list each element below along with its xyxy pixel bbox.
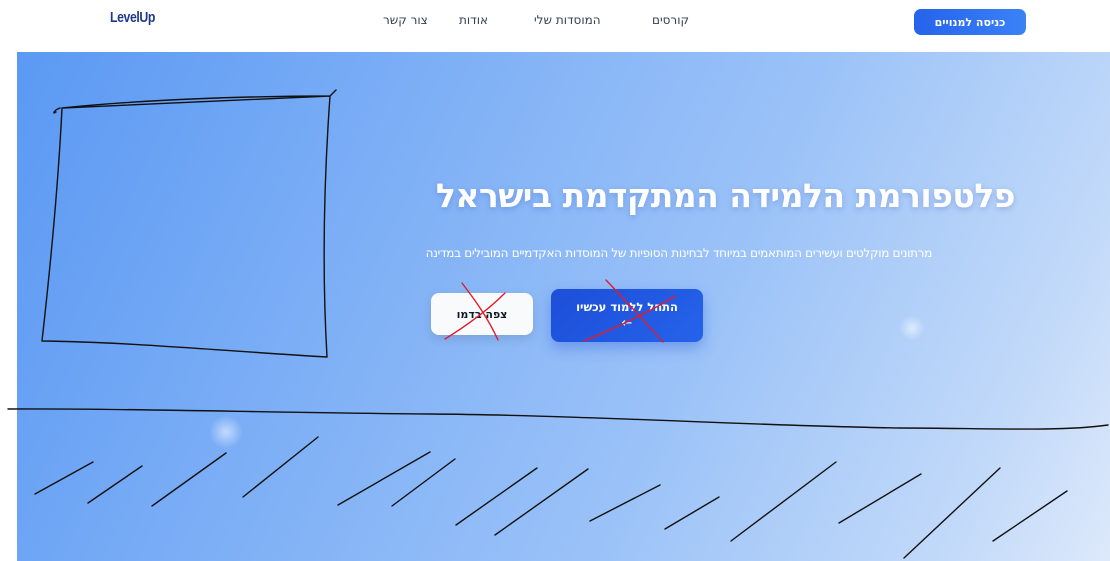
watch-demo-button[interactable]: צפה בדמו [431, 293, 533, 335]
nav-link-courses[interactable]: קורסים [652, 13, 689, 27]
nav-link-contact[interactable]: צור קשר [383, 13, 428, 27]
hero-section: פלטפורמת הלמידה המתקדמת בישראל מרתונים מ… [17, 52, 1110, 561]
start-learning-button[interactable]: התחל ללמוד עכשיו ← [551, 289, 703, 342]
hero-title: פלטפורמת הלמידה המתקדמת בישראל [435, 176, 1016, 215]
decorative-bubble [899, 315, 925, 341]
top-navbar: LevelUp צור קשר אודות המוסדות שלי קורסים… [0, 0, 1110, 50]
page: LevelUp צור קשר אודות המוסדות שלי קורסים… [0, 0, 1110, 561]
hero-subtitle: מרתונים מוקלטים ועשירים המותאמים במיוחד … [425, 246, 933, 260]
decorative-bubble [209, 415, 243, 449]
nav-link-my-institutions[interactable]: המוסדות שלי [534, 13, 601, 27]
subscriber-login-button[interactable]: כניסה למנויים [914, 9, 1026, 35]
arrow-left-icon: ← [621, 316, 633, 331]
brand-logo[interactable]: LevelUp [110, 9, 155, 26]
start-learning-label: התחל ללמוד עכשיו [576, 300, 678, 314]
nav-link-about[interactable]: אודות [459, 13, 488, 27]
